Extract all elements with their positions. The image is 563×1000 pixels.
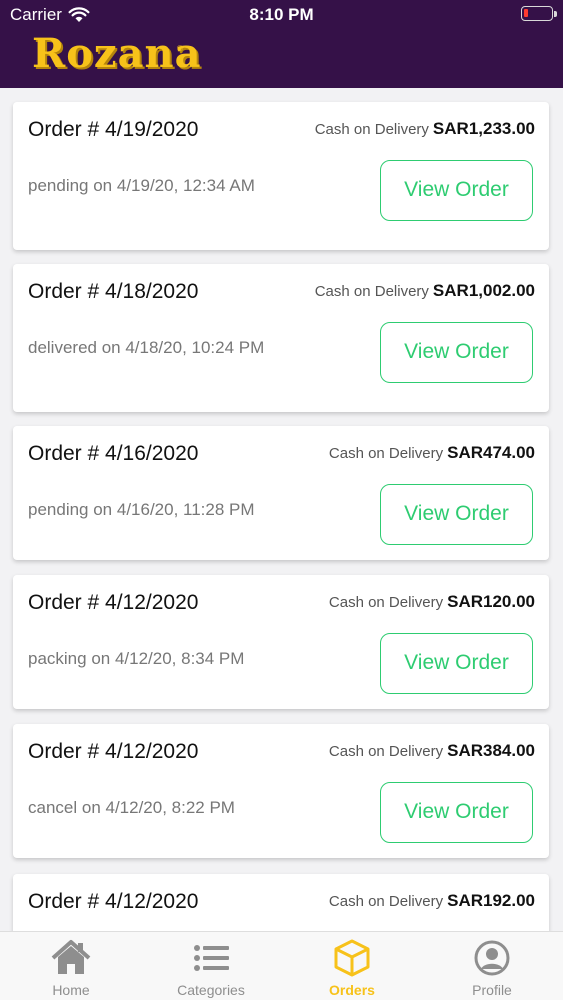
order-status: delivered on 4/18/20, 10:24 PM bbox=[28, 338, 265, 357]
order-card: Order # 4/16/2020 Cash on Delivery SAR474… bbox=[13, 426, 549, 560]
payment-info: Cash on Delivery SAR474.00 bbox=[329, 443, 535, 463]
payment-info: Cash on Delivery SAR1,002.00 bbox=[315, 281, 535, 301]
order-status: pending on 4/16/20, 11:28 PM bbox=[28, 500, 255, 519]
tab-home[interactable]: Home bbox=[11, 938, 131, 998]
view-order-button[interactable]: View Order bbox=[380, 782, 533, 843]
order-title: Order # 4/12/2020 bbox=[28, 890, 199, 913]
status-bar: Carrier 8:10 PM bbox=[0, 0, 563, 30]
tab-orders[interactable]: Orders bbox=[292, 938, 412, 998]
order-card: Order # 4/12/2020 Cash on Delivery SAR192… bbox=[13, 874, 549, 931]
status-time: 8:10 PM bbox=[249, 5, 314, 24]
view-order-button[interactable]: View Order bbox=[380, 160, 533, 221]
order-amount: SAR120.00 bbox=[447, 592, 535, 611]
view-order-button[interactable]: View Order bbox=[380, 633, 533, 694]
payment-info: Cash on Delivery SAR192.00 bbox=[329, 891, 535, 911]
order-title: Order # 4/19/2020 bbox=[28, 118, 199, 141]
tab-categories[interactable]: Categories bbox=[151, 938, 271, 998]
profile-icon bbox=[474, 940, 510, 976]
battery-icon bbox=[521, 6, 557, 21]
order-amount: SAR1,233.00 bbox=[432, 119, 535, 138]
order-card: Order # 4/19/2020 Cash on Delivery SAR1,2… bbox=[13, 102, 549, 250]
order-title: Order # 4/18/2020 bbox=[28, 280, 199, 303]
payment-method: Cash on Delivery bbox=[328, 743, 444, 760]
tab-bar: Home Categories Orders Profile bbox=[0, 931, 563, 1000]
app-header: Carrier 8:10 PM Rozana ® bbox=[0, 0, 563, 88]
order-card: Order # 4/12/2020 Cash on Delivery SAR384… bbox=[13, 724, 549, 858]
payment-method: Cash on Delivery bbox=[314, 283, 429, 300]
order-title: Order # 4/16/2020 bbox=[28, 442, 199, 465]
home-icon bbox=[51, 940, 91, 974]
tab-label: Orders bbox=[329, 982, 375, 998]
order-card: Order # 4/12/2020 Cash on Delivery SAR120… bbox=[13, 575, 549, 709]
tab-label: Categories bbox=[177, 982, 245, 998]
order-status: cancel on 4/12/20, 8:22 PM bbox=[28, 798, 235, 817]
payment-method: Cash on Delivery bbox=[328, 445, 444, 462]
payment-method: Cash on Delivery bbox=[328, 594, 444, 611]
view-order-button[interactable]: View Order bbox=[380, 322, 533, 383]
order-title: Order # 4/12/2020 bbox=[28, 740, 199, 763]
tab-profile[interactable]: Profile bbox=[432, 938, 552, 998]
payment-method: Cash on Delivery bbox=[314, 121, 429, 138]
order-amount: SAR474.00 bbox=[447, 443, 535, 462]
order-title: Order # 4/12/2020 bbox=[28, 591, 199, 614]
logo-registered-mark: ® bbox=[177, 44, 183, 53]
box-icon bbox=[334, 939, 370, 977]
view-order-button[interactable]: View Order bbox=[380, 484, 533, 545]
payment-info: Cash on Delivery SAR120.00 bbox=[329, 592, 535, 612]
order-amount: SAR384.00 bbox=[447, 741, 535, 760]
payment-info: Cash on Delivery SAR1,233.00 bbox=[315, 119, 535, 139]
orders-list[interactable]: Order # 4/19/2020 Cash on Delivery SAR1,2… bbox=[0, 88, 563, 931]
payment-info: Cash on Delivery SAR384.00 bbox=[329, 741, 535, 761]
order-amount: SAR192.00 bbox=[447, 891, 535, 910]
app-logo: Rozana bbox=[32, 30, 202, 77]
order-status: pending on 4/19/20, 12:34 AM bbox=[28, 176, 255, 195]
tab-label: Profile bbox=[472, 982, 512, 998]
payment-method: Cash on Delivery bbox=[328, 893, 444, 910]
tab-label: Home bbox=[52, 982, 90, 998]
list-icon bbox=[194, 945, 229, 971]
order-card: Order # 4/18/2020 Cash on Delivery SAR1,0… bbox=[13, 264, 549, 412]
order-status: packing on 4/12/20, 8:34 PM bbox=[28, 649, 245, 668]
order-amount: SAR1,002.00 bbox=[432, 281, 535, 300]
